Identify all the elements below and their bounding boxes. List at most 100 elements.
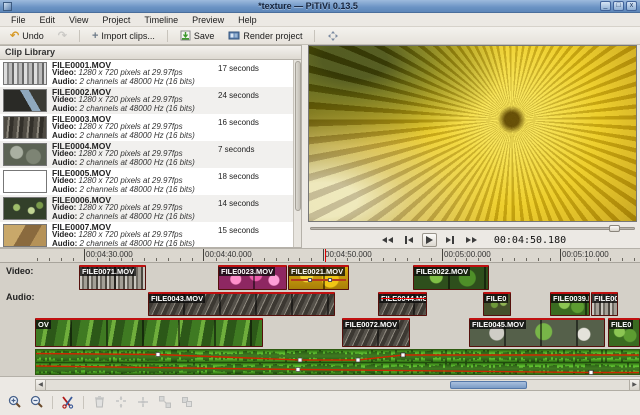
toolbar-separator [83, 396, 84, 409]
ruler-major-tick [442, 249, 443, 261]
redo-button[interactable]: ↷ [52, 29, 73, 43]
timeline-tracks[interactable]: Video: Audio: FILE0071.MOVFILE0023.MOVFI… [0, 263, 640, 377]
next-frame-button[interactable] [443, 234, 457, 246]
expand-arrows-icon [327, 30, 339, 42]
group-button[interactable] [178, 394, 196, 410]
library-clip-row[interactable]: FILE0001.MOV Video: 1280 x 720 pixels at… [0, 60, 293, 87]
menu-help[interactable]: Help [231, 14, 264, 26]
fullscreen-button[interactable] [321, 28, 345, 44]
scroll-left-arrow-icon[interactable]: ◀ [36, 380, 46, 390]
unlink-button[interactable] [112, 394, 130, 410]
timeline-clip-label: FILE0043.MOV [149, 294, 205, 303]
play-button[interactable] [422, 233, 437, 247]
menu-file[interactable]: File [4, 14, 33, 26]
timeline-clip[interactable]: FILE0045.MOV [469, 318, 605, 347]
clip-thumbnail [3, 224, 47, 247]
library-scrollbar[interactable] [293, 60, 301, 247]
timeline-clip-label: FILE0022.MOV [414, 267, 470, 276]
library-clip-row[interactable]: FILE0004.MOV Video: 1280 x 720 pixels at… [0, 141, 293, 168]
timeline-horizontal-scrollbar[interactable]: ◀ ▶ [35, 379, 640, 391]
ruler-timecode-label: 00:05:00.000 [444, 250, 491, 259]
menu-edit[interactable]: Edit [33, 14, 63, 26]
ruler-minor-tick [538, 258, 539, 261]
menu-timeline[interactable]: Timeline [137, 14, 185, 26]
ruler-minor-tick [622, 258, 623, 261]
clip-keyframe-line[interactable] [291, 279, 346, 281]
ruler-minor-tick [299, 258, 300, 261]
library-clip-row[interactable]: FILE0003.MOV Video: 1280 x 720 pixels at… [0, 114, 293, 141]
timeline-clip-label: FILE00 [592, 294, 617, 303]
seek-slider[interactable] [310, 224, 635, 233]
close-button[interactable]: x [626, 1, 637, 11]
previous-frame-button[interactable] [402, 234, 416, 246]
window-titlebar[interactable]: *texture — PiTiVi 0.13.5 _ □ x [0, 0, 640, 13]
scroll-right-arrow-icon[interactable]: ▶ [629, 380, 639, 390]
clip-library-panel: Clip Library FILE0001.MOV Video: 1280 x … [0, 45, 302, 248]
ruler-minor-tick [431, 258, 432, 261]
ruler-minor-tick [502, 258, 503, 261]
library-clip-row[interactable]: FILE0005.MOV Video: 1280 x 720 pixels at… [0, 168, 293, 195]
menubar: File Edit View Project Timeline Preview … [0, 13, 640, 27]
ruler-minor-tick [634, 258, 635, 261]
timeline-clip[interactable]: FILE0 [608, 318, 640, 347]
timeline-clip[interactable]: FILE0021.MOV [288, 265, 349, 290]
timeline-clip[interactable]: FILE0071.MOV [79, 265, 146, 290]
volume-envelope[interactable] [36, 350, 639, 375]
audio-waveform-clip[interactable] [35, 349, 640, 375]
rewind-button[interactable] [379, 235, 396, 245]
fast-forward-button[interactable] [463, 235, 480, 245]
ruler-timecode-label: 00:04:50.000 [325, 250, 372, 259]
zoom-in-button[interactable] [6, 394, 24, 410]
maximize-button[interactable]: □ [613, 1, 624, 11]
toolbar-separator [314, 30, 315, 42]
timeline-ruler[interactable]: 00:04:30.00000:04:40.00000:04:50.00000:0… [0, 248, 640, 263]
timeline-scrollbar-thumb[interactable] [450, 381, 527, 389]
video-track-label: Video: [6, 266, 33, 276]
play-icon [426, 236, 433, 244]
timeline-clip[interactable]: FILE0043.MOV [148, 292, 335, 316]
timeline-clip[interactable]: OV [35, 318, 263, 347]
timeline-clip[interactable]: FILE0044.MOV [378, 292, 427, 316]
menu-project[interactable]: Project [95, 14, 137, 26]
ruler-minor-tick [168, 258, 169, 261]
ruler-minor-tick [37, 258, 38, 261]
seek-groove[interactable] [310, 227, 635, 230]
render-project-button[interactable]: Render project [222, 28, 308, 43]
menu-view[interactable]: View [62, 14, 95, 26]
timeline-clip[interactable]: FILE0039.M [550, 292, 590, 316]
timeline-clip[interactable]: FILE0 [483, 292, 511, 316]
library-scrollbar-thumb[interactable] [295, 61, 301, 211]
zoom-out-button[interactable] [28, 394, 46, 410]
library-clip-row[interactable]: FILE0007.MOV Video: 1280 x 720 pixels at… [0, 222, 293, 247]
timeline-clip[interactable]: FILE00 [591, 292, 618, 316]
clip-thumbnail [3, 89, 47, 112]
playhead[interactable] [325, 249, 326, 262]
delete-clip-button[interactable] [90, 394, 108, 410]
import-clips-button[interactable]: + Import clips... [86, 29, 161, 43]
toolbar-separator [52, 396, 53, 409]
ruler-minor-tick [550, 258, 551, 261]
menu-preview[interactable]: Preview [185, 14, 231, 26]
split-clip-button[interactable] [59, 394, 77, 410]
timeline-clip[interactable]: FILE0072.MOV [342, 318, 410, 347]
timeline-clip[interactable]: FILE0022.MOV [413, 265, 489, 290]
clip-duration: 17 seconds [218, 61, 290, 73]
ungroup-button[interactable] [156, 394, 174, 410]
library-clip-row[interactable]: FILE0002.MOV Video: 1280 x 720 pixels at… [0, 87, 293, 114]
clip-library-list: FILE0001.MOV Video: 1280 x 720 pixels at… [0, 60, 293, 247]
save-button[interactable]: Save [174, 28, 221, 43]
ruler-minor-tick [395, 258, 396, 261]
ruler-timecode-label: 00:04:40.000 [205, 250, 252, 259]
minimize-button[interactable]: _ [600, 1, 611, 11]
seek-handle[interactable] [609, 225, 620, 232]
link-button[interactable] [134, 394, 152, 410]
clip-audio-info: Audio: 2 channels at 48000 Hz (16 bits) [52, 213, 218, 222]
undo-button[interactable]: ↶ Undo [4, 29, 50, 43]
next-frame-icon [446, 237, 451, 243]
clip-thumbnail [3, 62, 47, 85]
library-clip-row[interactable]: FILE0006.MOV Video: 1280 x 720 pixels at… [0, 195, 293, 222]
clip-audio-info: Audio: 2 channels at 48000 Hz (16 bits) [52, 132, 218, 141]
clip-library-header[interactable]: Clip Library [0, 46, 301, 60]
clip-thumbnail [3, 197, 47, 220]
timeline-clip[interactable]: FILE0023.MOV [218, 265, 287, 290]
